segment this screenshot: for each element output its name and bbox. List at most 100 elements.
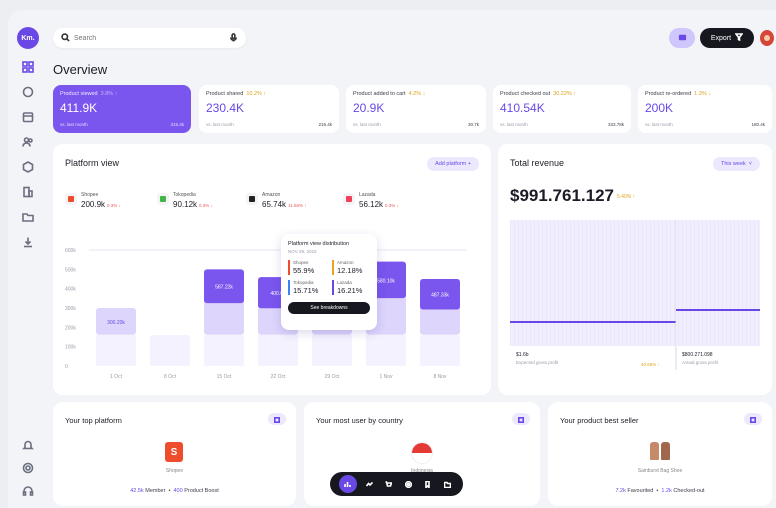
notification-icon[interactable] bbox=[21, 438, 35, 452]
stat-label: Product added to cart bbox=[353, 91, 406, 97]
bar-segment-mid bbox=[96, 308, 136, 335]
tooltip-date: NOV 29, 2023 bbox=[288, 249, 317, 254]
platform-value: 56.12k bbox=[359, 200, 384, 209]
tooltip-item-value: 16.21% bbox=[337, 286, 363, 295]
platform-legend-tokopedia[interactable]: Tokopedia 90.12k 0.3% ↓ bbox=[157, 192, 213, 209]
floating-dock bbox=[330, 472, 463, 496]
calendar-icon[interactable] bbox=[21, 110, 35, 124]
notifications-button[interactable] bbox=[669, 28, 695, 48]
search-icon bbox=[61, 32, 70, 44]
bar-data-label: 580.10k bbox=[377, 278, 395, 284]
x-tick-label: 15 Oct bbox=[217, 374, 232, 380]
lazada-icon bbox=[343, 193, 355, 205]
tooltip-title: Platform view distribution bbox=[288, 241, 350, 247]
search-input[interactable] bbox=[74, 34, 224, 42]
expand-button[interactable] bbox=[268, 413, 286, 425]
stat-value: 230.4K bbox=[206, 101, 245, 115]
platform-legend-amazon[interactable]: Amazon 65.74k 11.66% ↑ bbox=[246, 192, 306, 209]
folder-icon bbox=[443, 475, 452, 493]
platform-name: Lazada bbox=[359, 192, 376, 198]
platform-view-panel: Platform view Add platform + Shopee 200.9… bbox=[53, 144, 491, 395]
bar-segment-mid bbox=[204, 269, 244, 335]
expand-button[interactable] bbox=[512, 413, 530, 425]
stat-card-reordered[interactable]: Product re-ordered 1.3% ↓ 200K vs. last m… bbox=[638, 85, 772, 133]
dock-cart-button[interactable] bbox=[382, 477, 396, 491]
dock-folder-button[interactable] bbox=[440, 477, 454, 491]
stat-foot-label: vs. last month bbox=[206, 122, 234, 127]
platform-legend-lazada[interactable]: Lazada 56.12k 0.3% ↓ bbox=[343, 192, 399, 209]
stat-value: 410.54K bbox=[500, 101, 545, 115]
search-bar[interactable] bbox=[53, 28, 246, 48]
stat-value: 411.9K bbox=[60, 101, 98, 115]
expected-profit-area bbox=[510, 220, 676, 346]
y-tick-label: 300k bbox=[65, 306, 76, 312]
bar-segment-top bbox=[204, 269, 244, 304]
stat-card-viewed[interactable]: Product viewed 3.8% ↑ 411.9K vs. last mon… bbox=[53, 85, 191, 133]
bookmark-icon bbox=[424, 475, 431, 493]
period-dropdown[interactable]: This week ˅ bbox=[713, 157, 760, 171]
dashboard-icon[interactable] bbox=[21, 60, 35, 74]
bar-segment-top bbox=[420, 279, 460, 310]
support-icon[interactable] bbox=[21, 484, 35, 498]
expand-button[interactable] bbox=[744, 413, 762, 425]
expand-icon bbox=[274, 410, 281, 428]
see-breakdowns-button[interactable]: See breakdowns bbox=[288, 302, 370, 314]
avatar[interactable] bbox=[760, 30, 774, 46]
export-button[interactable]: Export bbox=[700, 28, 754, 48]
stat-card-checked-out[interactable]: Product checked out 30.22% ↑ 410.54K vs. … bbox=[493, 85, 631, 133]
tokopedia-icon bbox=[157, 193, 169, 205]
users-icon[interactable] bbox=[21, 135, 35, 149]
members-value: 42.5k bbox=[130, 488, 144, 494]
lazada-swatch bbox=[346, 196, 352, 202]
period-label: This week bbox=[721, 161, 746, 167]
y-tick-label: 600k bbox=[65, 248, 76, 254]
building-icon[interactable] bbox=[21, 185, 35, 199]
amazon-icon bbox=[246, 193, 258, 205]
actual-profit: $800.271.098 Actual gross profit bbox=[682, 352, 718, 365]
stat-card-added-to-cart[interactable]: Product added to cart 4.2% ↓ 20.9K vs. la… bbox=[346, 85, 486, 133]
brand-logo[interactable]: Km. bbox=[17, 27, 39, 49]
stat-label: Product viewed bbox=[60, 91, 98, 97]
filter-icon bbox=[734, 33, 744, 43]
top-platform-stats: 42.5k Member • 400 Product Boost bbox=[130, 488, 219, 494]
download-icon[interactable] bbox=[21, 235, 35, 249]
tooltip-item-name: Lazada bbox=[337, 280, 352, 285]
product-image bbox=[650, 442, 670, 460]
actual-profit-label: Actual gross profit bbox=[682, 360, 719, 365]
inbox-icon bbox=[678, 29, 687, 47]
y-tick-label: 500k bbox=[65, 267, 76, 273]
tooltip-item-lazada: Lazada 16.21% bbox=[332, 280, 370, 295]
x-tick-label: 22 Oct bbox=[271, 374, 286, 380]
best-seller-title: Your product best seller bbox=[560, 416, 639, 425]
platform-delta: 0.3% ↓ bbox=[199, 203, 213, 208]
dock-chart-button[interactable] bbox=[338, 475, 357, 493]
bar-data-label: 300.20k bbox=[107, 320, 125, 326]
stat-foot-value: 180.4k bbox=[751, 122, 765, 127]
stat-card-shared[interactable]: Product shared 10.2% ↑ 230.4K vs. last mo… bbox=[199, 85, 339, 133]
top-platform-title: Your top platform bbox=[65, 416, 122, 425]
stat-delta: 10.2% ↑ bbox=[246, 91, 267, 97]
package-icon[interactable] bbox=[21, 160, 35, 174]
x-tick-label: 8 Oct bbox=[164, 374, 177, 380]
stat-foot-value: 333.78k bbox=[607, 122, 624, 127]
chat-icon[interactable] bbox=[21, 85, 35, 99]
tooltip-item-name: Tokopedia bbox=[293, 280, 314, 285]
actual-profit-area bbox=[676, 220, 760, 346]
x-tick-label: 8 Nov bbox=[433, 374, 447, 380]
favourited-label: Favourited bbox=[627, 488, 654, 494]
bar-segment-base bbox=[420, 334, 460, 366]
add-platform-button[interactable]: Add platform + bbox=[427, 157, 479, 171]
dock-trend-button[interactable] bbox=[362, 477, 376, 491]
tooltip-item-tokopedia: Tokopedia 15.71% bbox=[288, 280, 326, 295]
platform-legend-shopee[interactable]: Shopee 200.9k 0.3% ↓ bbox=[65, 192, 121, 209]
settings-icon[interactable] bbox=[21, 461, 35, 475]
tooltip-item-shopee: Shopee 55.9% bbox=[288, 260, 326, 275]
x-tick-label: 1 Oct bbox=[110, 374, 123, 380]
folder-icon[interactable] bbox=[21, 210, 35, 224]
platform-value: 90.12k bbox=[173, 200, 198, 209]
microphone-icon[interactable] bbox=[229, 32, 238, 44]
dock-target-button[interactable] bbox=[401, 477, 415, 491]
stat-delta: 30.22% ↑ bbox=[553, 91, 577, 97]
expected-profit-label: Expected gross profit bbox=[516, 360, 559, 365]
dock-bookmark-button[interactable] bbox=[421, 477, 435, 491]
